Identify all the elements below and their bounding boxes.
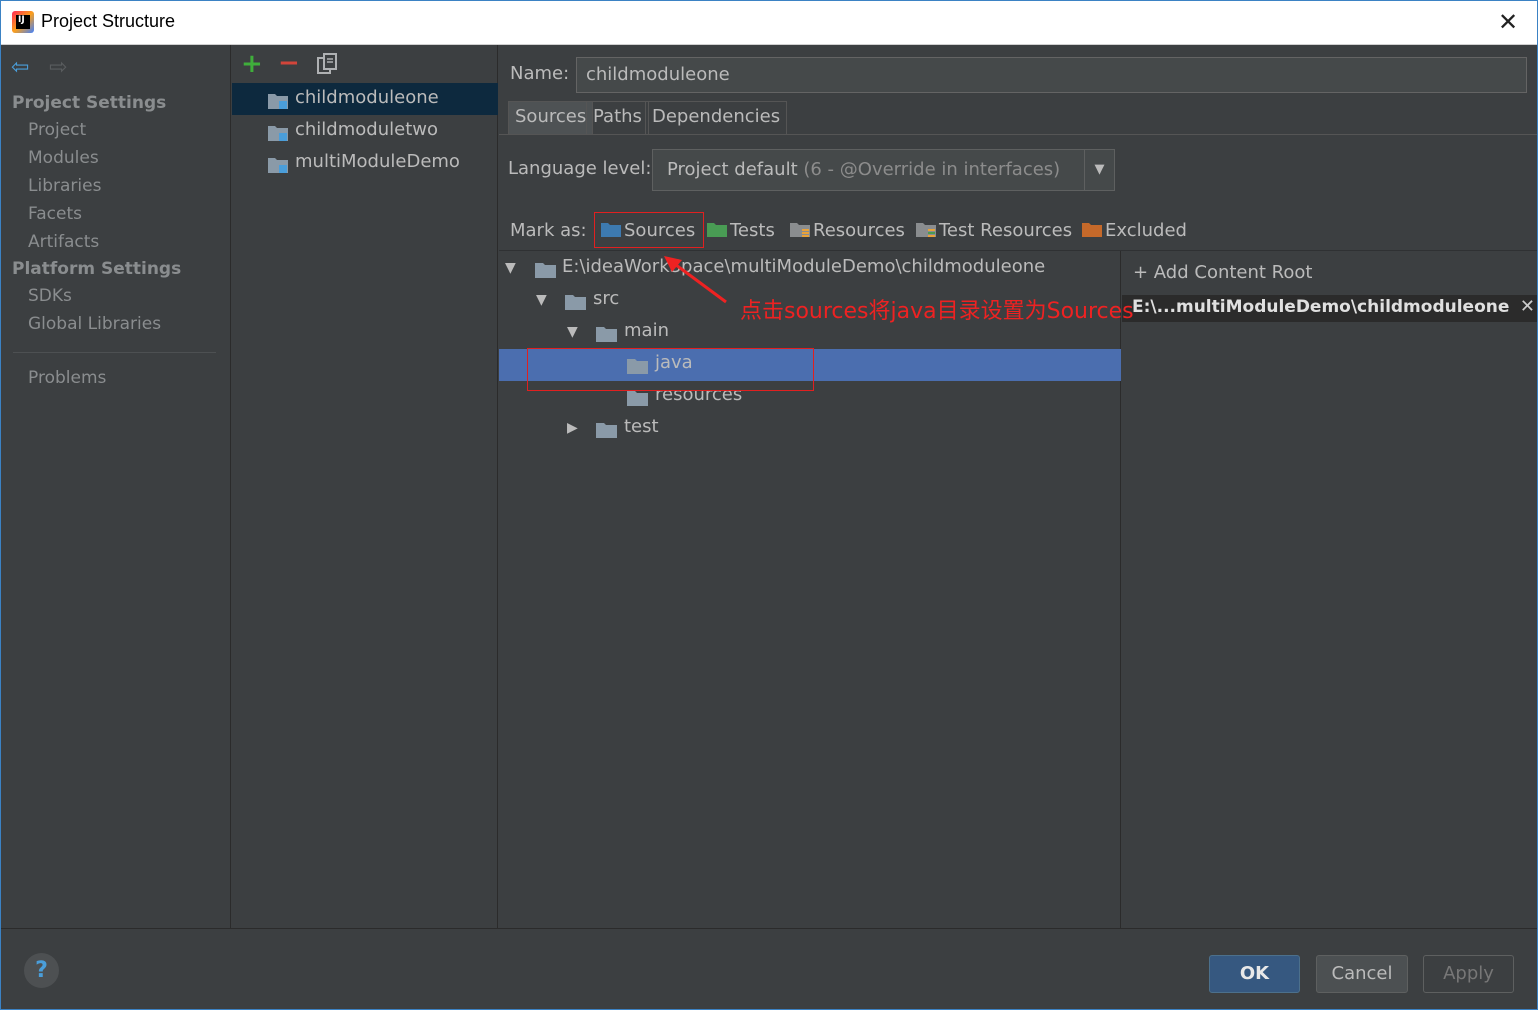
language-level-hint: (6 - @Override in interfaces) xyxy=(797,159,1061,180)
close-icon[interactable]: ✕ xyxy=(1494,8,1522,36)
remove-icon[interactable]: − xyxy=(278,48,300,78)
test-resources-folder-icon xyxy=(916,223,936,237)
content-root-path: E:\...multiModuleDemo\childmoduleone xyxy=(1132,297,1510,317)
module-name: childmoduletwo xyxy=(295,119,438,140)
annotation-arrow-icon xyxy=(664,256,727,304)
sidebar-item-global-libraries[interactable]: Global Libraries xyxy=(28,314,161,334)
chevron-down-icon[interactable]: ▼ xyxy=(1084,150,1114,190)
expand-toggle-icon[interactable]: ▼ xyxy=(505,260,516,276)
module-details: Name: childmoduleone Sources Paths Depen… xyxy=(499,45,1537,928)
expand-toggle-icon[interactable]: ▼ xyxy=(567,324,578,340)
folder-icon xyxy=(627,391,648,406)
mark-test-resources-button[interactable]: Test Resources xyxy=(916,220,1072,241)
apply-button[interactable]: Apply xyxy=(1423,955,1514,993)
sidebar-item-libraries[interactable]: Libraries xyxy=(28,176,101,196)
mark-resources-button[interactable]: Resources xyxy=(790,220,905,241)
close-icon[interactable]: ✕ xyxy=(1520,296,1535,317)
module-folder-icon xyxy=(268,126,288,141)
folder-tree: ▼ E:\ideaWorkSpace\multiModuleDemo\child… xyxy=(499,251,1121,928)
ok-button[interactable]: OK xyxy=(1209,955,1300,993)
sources-highlight-box xyxy=(594,212,704,248)
content-root-entry: E:\...multiModuleDemo\childmoduleone ✕ xyxy=(1122,295,1537,322)
add-content-root-button[interactable]: + Add Content Root xyxy=(1133,262,1312,283)
modules-panel: + − childmoduleone childmoduletwo multiM… xyxy=(232,45,498,928)
cancel-button[interactable]: Cancel xyxy=(1316,955,1408,993)
intellij-logo-icon: IJ xyxy=(12,11,34,33)
module-name: childmoduleone xyxy=(295,87,439,108)
folder-icon xyxy=(596,423,617,438)
tree-row-label: E:\ideaWorkSpace\multiModuleDemo\childmo… xyxy=(562,256,1046,277)
tab-divider xyxy=(499,134,1537,135)
back-arrow-icon[interactable]: ⇦ xyxy=(11,55,29,80)
settings-sidebar: ⇦ ⇨ Project Settings Project Modules Lib… xyxy=(1,45,231,928)
tree-row-label: src xyxy=(593,288,620,309)
help-icon[interactable]: ? xyxy=(24,953,59,988)
language-level-value: Project default xyxy=(667,159,798,180)
tab-sources[interactable]: Sources xyxy=(508,101,594,135)
mark-excluded-label: Excluded xyxy=(1105,220,1187,241)
annotation-text: 点击sources将java目录设置为Sources xyxy=(740,299,1134,324)
tab-paths[interactable]: Paths xyxy=(586,101,649,135)
expand-toggle-icon[interactable]: ▼ xyxy=(536,292,547,308)
module-folder-icon xyxy=(268,158,288,173)
sidebar-item-sdks[interactable]: SDKs xyxy=(28,286,72,306)
sidebar-item-artifacts[interactable]: Artifacts xyxy=(28,232,99,252)
platform-settings-heading: Platform Settings xyxy=(12,259,182,279)
sidebar-item-project[interactable]: Project xyxy=(28,120,86,140)
module-name-field[interactable]: childmoduleone xyxy=(576,57,1527,93)
mark-tests-label: Tests xyxy=(730,220,775,241)
mark-tests-button[interactable]: Tests xyxy=(707,220,775,241)
copy-icon[interactable] xyxy=(316,53,338,75)
content-root-panel: + Add Content Root E:\...multiModuleDemo… xyxy=(1122,251,1537,928)
window-title: Project Structure xyxy=(41,11,176,31)
folder-icon xyxy=(596,327,617,342)
tree-row-label: main xyxy=(624,320,669,341)
tab-dependencies[interactable]: Dependencies xyxy=(645,101,788,135)
tests-folder-icon xyxy=(707,223,727,237)
title-bar: IJ Project Structure ✕ xyxy=(0,0,1538,45)
sidebar-divider xyxy=(13,352,216,353)
module-item[interactable]: multiModuleDemo xyxy=(232,147,498,179)
add-icon[interactable]: + xyxy=(241,49,263,79)
sidebar-item-modules[interactable]: Modules xyxy=(28,148,99,168)
forward-arrow-icon[interactable]: ⇨ xyxy=(49,55,67,80)
language-level-label: Language level: xyxy=(508,158,652,179)
mark-as-label: Mark as: xyxy=(510,220,587,241)
mark-test-resources-label: Test Resources xyxy=(939,220,1073,241)
language-level-select[interactable]: Project default (6 - @Override in interf… xyxy=(652,149,1115,191)
tree-row[interactable]: ▼ E:\ideaWorkSpace\multiModuleDemo\child… xyxy=(499,253,1121,285)
sidebar-item-problems[interactable]: Problems xyxy=(28,368,106,388)
mark-resources-label: Resources xyxy=(813,220,905,241)
java-highlight-box xyxy=(527,348,814,391)
dialog-footer: ? OK Cancel Apply xyxy=(1,928,1537,1009)
folder-icon xyxy=(535,263,556,278)
name-label: Name: xyxy=(510,63,570,84)
project-settings-heading: Project Settings xyxy=(12,93,167,113)
excluded-folder-icon xyxy=(1082,223,1102,237)
expand-toggle-icon[interactable]: ▶ xyxy=(567,420,578,436)
sidebar-item-facets[interactable]: Facets xyxy=(28,204,82,224)
module-item[interactable]: childmoduletwo xyxy=(232,115,498,147)
module-name: multiModuleDemo xyxy=(295,151,460,172)
modules-toolbar: + − xyxy=(232,45,498,83)
resources-folder-icon xyxy=(790,223,810,237)
module-item[interactable]: childmoduleone xyxy=(232,83,498,115)
mark-excluded-button[interactable]: Excluded xyxy=(1082,220,1187,241)
module-folder-icon xyxy=(268,94,288,109)
tree-row-label: test xyxy=(624,416,659,437)
folder-icon xyxy=(565,295,586,310)
tree-row[interactable]: ▶ test xyxy=(499,413,1121,445)
